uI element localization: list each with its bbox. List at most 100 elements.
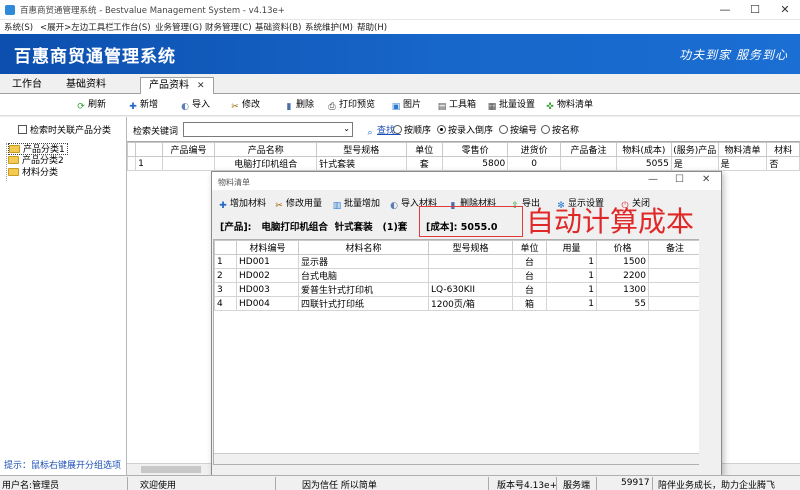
material-list-button[interactable]: ✜ 物料清单 [545, 99, 593, 112]
close-button[interactable]: ✕ [770, 0, 800, 20]
tree-item-material-category[interactable]: 材料分类 [8, 167, 58, 179]
table-cell[interactable]: 是 [670, 156, 719, 171]
batch-add-button[interactable]: ▥ 批量增加 [332, 196, 380, 211]
image-button[interactable]: ▣ 图片 [391, 99, 421, 112]
grid-header-cell[interactable]: 材料编号 [236, 240, 299, 255]
table-cell[interactable]: HD003 [236, 282, 299, 297]
table-cell[interactable]: 套 [405, 156, 444, 171]
radio-by-code[interactable]: 按编号 [499, 123, 537, 136]
grid-header-cell[interactable]: 型号规格 [316, 142, 407, 157]
grid-header-cell[interactable]: 价格 [596, 240, 649, 255]
edit-qty-button[interactable]: ✂ 修改用量 [274, 196, 322, 211]
grid-header-cell[interactable]: 备注 [648, 240, 702, 255]
table-cell[interactable]: 1500 [596, 254, 649, 269]
edit-button[interactable]: ✂ 修改 [230, 99, 260, 112]
table-row[interactable]: 1 HD001 显示器 台 1 1500 [214, 254, 702, 269]
add-button[interactable]: ✚ 新增 [128, 99, 158, 112]
grid-header-cell[interactable]: 产品编号 [161, 142, 216, 157]
grid-header-cell[interactable]: 单位 [512, 240, 547, 255]
grid-header-cell[interactable]: 进货价 [507, 142, 562, 157]
menu-help[interactable]: 帮助(H) [357, 21, 387, 33]
table-cell[interactable] [560, 156, 617, 171]
table-cell[interactable] [428, 268, 513, 283]
grid-header-cell[interactable]: 单位 [405, 142, 444, 157]
delete-button[interactable]: ▮ 删除 [284, 99, 315, 112]
menu-finance[interactable]: 财务管理(C) [205, 21, 252, 33]
grid-header-cell[interactable]: 物料(成本) [615, 142, 672, 157]
table-cell[interactable]: 1 [546, 296, 597, 311]
tree-item-category-1[interactable]: 产品分类1 [8, 143, 68, 155]
table-cell[interactable]: 0 [507, 156, 562, 171]
table-cell[interactable]: 电脑打印机组合 [214, 156, 318, 171]
grid-header-cell[interactable]: 材料 [766, 142, 800, 157]
tab-close-icon[interactable]: ✕ [197, 81, 205, 91]
table-row[interactable]: 1 电脑打印机组合 针式套装 套 5800 0 5055 是 是 否 [126, 156, 800, 171]
menu-maintenance[interactable]: 系统维护(M) [305, 21, 353, 33]
table-cell[interactable] [428, 254, 513, 269]
table-cell[interactable] [648, 282, 702, 297]
menu-system[interactable]: 系统(S) [4, 21, 33, 33]
table-cell[interactable]: 1 [546, 268, 597, 283]
menu-workbench[interactable]: 工作台(S) [113, 21, 151, 33]
radio-reverse-entry[interactable]: 按录入倒序 [437, 123, 493, 136]
table-cell[interactable]: HD001 [236, 254, 299, 269]
menu-expand-left-toolbar[interactable]: <展开>左边工具栏 [40, 21, 114, 33]
table-cell[interactable]: 台 [512, 282, 547, 297]
table-cell[interactable]: 否 [766, 156, 800, 171]
print-preview-button[interactable]: ⎙ 打印预览 [327, 99, 375, 112]
maximize-button[interactable]: ☐ [740, 0, 770, 20]
grid-header-cell[interactable]: 零售价 [442, 142, 509, 157]
search-keyword-combo[interactable]: ⌄ [183, 122, 353, 137]
table-cell[interactable]: HD002 [236, 268, 299, 283]
table-cell[interactable]: 箱 [512, 296, 547, 311]
table-cell[interactable]: 1 [546, 254, 597, 269]
table-cell[interactable]: 5055 [615, 156, 672, 171]
table-cell[interactable]: 1300 [596, 282, 649, 297]
add-material-button[interactable]: ✚ 增加材料 [218, 196, 266, 211]
minimize-button[interactable]: — [710, 0, 740, 20]
table-cell[interactable]: HD004 [236, 296, 299, 311]
menu-basic-data[interactable]: 基础资料(B) [255, 21, 301, 33]
tab-workbench[interactable]: 工作台 [4, 77, 50, 94]
table-cell[interactable]: 1 [546, 282, 597, 297]
table-cell[interactable]: 针式套装 [316, 156, 407, 171]
grid-header-cell[interactable]: 产品名称 [214, 142, 318, 157]
grid-header-cell[interactable] [135, 142, 163, 157]
chevron-down-icon[interactable]: ⌄ [343, 124, 350, 133]
table-cell[interactable]: 5800 [442, 156, 509, 171]
grid-header-cell[interactable]: (服务)产品 [670, 142, 719, 157]
toolbox-button[interactable]: ▤ 工具箱 [437, 99, 476, 112]
table-cell[interactable] [648, 296, 702, 311]
dialog-close-button[interactable]: ✕ [702, 174, 710, 185]
table-cell[interactable]: LQ-630KII [428, 282, 513, 297]
tree-item-category-2[interactable]: 产品分类2 [8, 155, 64, 167]
table-row[interactable]: 4 HD004 四联针式打印纸 1200页/箱 箱 1 55 [214, 296, 702, 311]
table-row[interactable]: 3 HD003 爱普生针式打印机 LQ-630KII 台 1 1300 [214, 282, 702, 297]
table-cell[interactable]: 台式电脑 [298, 268, 429, 283]
menu-business[interactable]: 业务管理(G) [155, 21, 202, 33]
link-category-checkbox[interactable]: 检索时关联产品分类 [18, 123, 111, 136]
dialog-minimize-button[interactable]: — [648, 174, 658, 185]
table-cell[interactable] [648, 268, 702, 283]
table-cell[interactable]: 显示器 [298, 254, 429, 269]
table-cell[interactable]: 台 [512, 268, 547, 283]
table-row[interactable]: 2 HD002 台式电脑 台 1 2200 [214, 268, 702, 283]
dialog-horizontal-scrollbar[interactable] [214, 453, 699, 464]
table-cell[interactable] [648, 254, 702, 269]
import-button[interactable]: ◐ 导入 [180, 99, 210, 112]
tab-product-data[interactable]: 产品资料 ✕ [140, 77, 214, 94]
table-cell[interactable]: 1200页/箱 [428, 296, 513, 311]
table-cell[interactable]: 爱普生针式打印机 [298, 282, 429, 297]
scrollbar-thumb[interactable] [141, 466, 201, 473]
table-cell[interactable]: 2200 [596, 268, 649, 283]
table-cell[interactable]: 台 [512, 254, 547, 269]
grid-header-cell[interactable]: 型号规格 [428, 240, 513, 255]
grid-header-cell[interactable]: 物料清单 [717, 142, 768, 157]
radio-by-name[interactable]: 按名称 [541, 123, 579, 136]
batch-settings-button[interactable]: ▦ 批量设置 [487, 99, 535, 112]
grid-header-cell[interactable]: 用量 [546, 240, 597, 255]
table-cell[interactable]: 1 [135, 156, 163, 171]
table-cell[interactable]: 四联针式打印纸 [298, 296, 429, 311]
dialog-maximize-button[interactable]: ☐ [675, 174, 684, 185]
grid-header-cell[interactable]: 产品备注 [560, 142, 617, 157]
